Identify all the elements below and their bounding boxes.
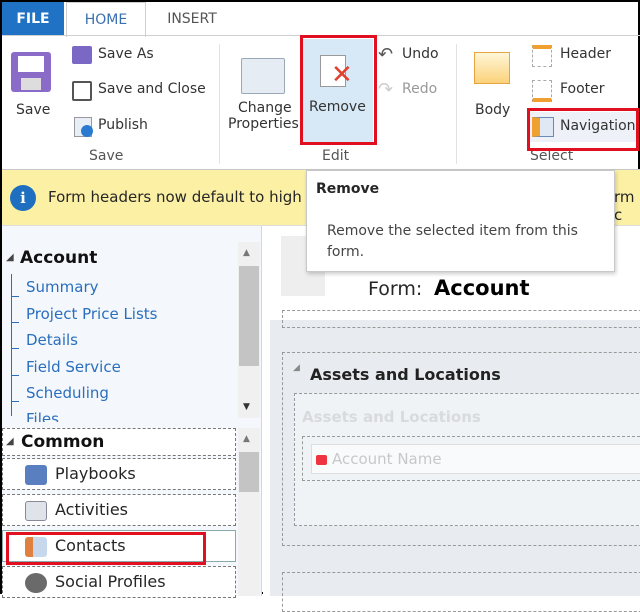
save-and-close-label: Save and Close — [98, 81, 206, 97]
next-section — [282, 572, 640, 612]
nav-link-summary[interactable]: Summary — [26, 278, 99, 296]
form-editor: Form: Account ◢ Assets and Locations Ass… — [263, 226, 640, 612]
tab-insert[interactable]: INSERT — [152, 2, 232, 36]
body-label: Body — [475, 102, 511, 118]
undo-button[interactable]: ↶ Undo — [378, 44, 448, 68]
navigation-highlight — [527, 108, 639, 151]
assets-section[interactable]: Assets and Locations Account Name — [294, 393, 640, 526]
save-label: Save — [16, 102, 51, 118]
collapse-triangle-icon: ◢ — [6, 436, 14, 447]
playbooks-icon — [25, 465, 47, 485]
save-as-button[interactable]: Save As — [70, 44, 210, 68]
info-text-right: rm c — [614, 188, 635, 224]
redo-label: Redo — [402, 81, 438, 97]
nav-link-files[interactable]: Files — [26, 410, 59, 422]
nav-link-field-service[interactable]: Field Service — [26, 358, 121, 376]
tab-home[interactable]: HOME — [66, 2, 146, 37]
header-button[interactable]: Header — [532, 44, 632, 68]
header-section — [282, 310, 640, 328]
scrollbar-thumb[interactable] — [239, 452, 259, 492]
footer-button[interactable]: Footer — [532, 79, 632, 103]
field-container[interactable]: Account Name — [302, 436, 640, 481]
properties-label: Properties — [228, 116, 299, 132]
save-as-label: Save As — [98, 46, 154, 62]
floppy-disk-icon — [11, 52, 51, 92]
activities-icon — [25, 501, 47, 521]
tooltip: Remove Remove the selected item from thi… — [306, 170, 615, 272]
nav-link-project-price-lists[interactable]: Project Price Lists — [26, 305, 157, 323]
edit-group-label: Edit — [322, 148, 350, 164]
tab-file[interactable]: FILE — [2, 2, 64, 36]
redo-button[interactable]: ↷ Redo — [378, 79, 448, 103]
change-label: Change — [238, 100, 292, 116]
redo-icon: ↷ — [378, 79, 394, 100]
contacts-highlight — [6, 532, 206, 565]
publish-button[interactable]: Publish — [70, 115, 210, 139]
nav-link-details[interactable]: Details — [26, 331, 78, 349]
collapse-triangle-icon: ◢ — [6, 252, 14, 263]
common-heading: Common — [21, 432, 105, 452]
info-text: Form headers now default to high d — [48, 188, 317, 206]
save-button[interactable]: Save — [8, 46, 58, 121]
separator — [219, 44, 220, 164]
assets-tab[interactable]: ◢ Assets and Locations Assets and Locati… — [282, 352, 640, 546]
remove-highlight — [300, 35, 377, 145]
nav-link-scheduling[interactable]: Scheduling — [26, 384, 109, 402]
save-and-close-button[interactable]: Save and Close — [70, 79, 220, 103]
header-icon — [532, 45, 552, 67]
change-properties-button[interactable]: Change Properties — [228, 46, 300, 136]
body-button[interactable]: Body — [468, 46, 520, 121]
scrollbar-thumb[interactable] — [239, 266, 259, 366]
header-label: Header — [560, 46, 611, 62]
body-icon — [474, 52, 510, 84]
save-close-icon — [72, 81, 92, 101]
save-group-label: Save — [89, 148, 124, 164]
separator — [456, 44, 457, 164]
form-label: Form: — [368, 278, 423, 300]
tab-title: Assets and Locations — [310, 365, 501, 384]
nav-item-activities[interactable]: Activities — [2, 494, 236, 526]
publish-icon — [74, 117, 93, 137]
properties-icon — [241, 58, 285, 94]
social-profiles-label: Social Profiles — [55, 572, 166, 591]
form-name: Account — [434, 276, 530, 300]
account-name-label: Account Name — [332, 450, 442, 468]
common-section: ◢ Common — [2, 428, 236, 456]
nav-item-social-profiles[interactable]: Social Profiles — [2, 566, 236, 598]
tooltip-description: Remove the selected item from this form. — [327, 223, 578, 260]
account-name-field[interactable]: Account Name — [311, 444, 640, 474]
playbooks-label: Playbooks — [55, 464, 136, 483]
lock-icon — [316, 455, 327, 465]
account-heading: Account — [20, 248, 98, 268]
footer-icon — [532, 80, 552, 102]
collapse-triangle-icon: ◢ — [293, 363, 300, 373]
form-body: ◢ Assets and Locations Assets and Locati… — [270, 310, 640, 612]
undo-icon: ↶ — [378, 44, 394, 65]
account-scrollbar[interactable]: ▲ ▼ — [238, 242, 260, 418]
section-label: Assets and Locations — [302, 408, 481, 426]
undo-label: Undo — [402, 46, 439, 62]
publish-label: Publish — [98, 117, 148, 133]
info-icon: i — [10, 185, 36, 211]
social-profiles-icon — [25, 573, 47, 593]
save-as-icon — [72, 46, 92, 64]
common-scrollbar[interactable]: ▲ — [238, 428, 260, 596]
activities-label: Activities — [55, 500, 128, 519]
footer-label: Footer — [560, 81, 605, 97]
nav-item-playbooks[interactable]: Playbooks — [2, 458, 236, 490]
tooltip-title: Remove — [316, 181, 380, 197]
